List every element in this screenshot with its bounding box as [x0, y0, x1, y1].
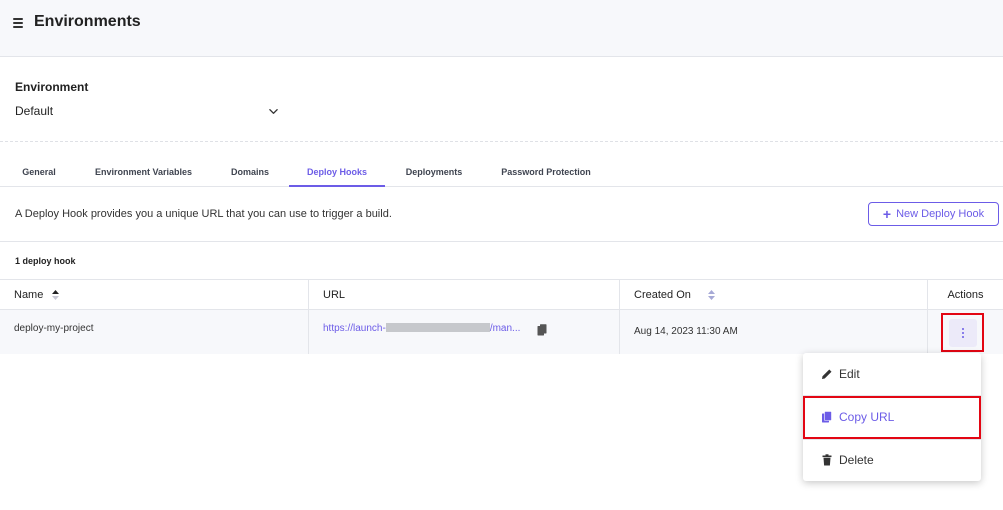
tab-general[interactable]: General — [15, 163, 63, 187]
tab-bar: General Environment Variables Domains De… — [0, 163, 1003, 187]
copy-icon[interactable] — [537, 324, 547, 336]
column-header-created-on[interactable]: Created On — [620, 280, 928, 310]
menu-item-copy-url-label: Copy URL — [839, 410, 895, 424]
hook-count: 1 deploy hook — [15, 256, 76, 266]
plus-icon: + — [882, 206, 892, 222]
tab-deployments[interactable]: Deployments — [398, 163, 470, 187]
trash-icon — [822, 454, 832, 466]
column-header-url-label: URL — [323, 289, 346, 301]
table-row: deploy-my-project https://launch- /man...… — [0, 310, 1003, 354]
row-actions-button[interactable] — [948, 318, 977, 347]
tab-password-protection[interactable]: Password Protection — [492, 163, 600, 187]
tab-environment-variables[interactable]: Environment Variables — [86, 163, 201, 187]
sort-ascending-icon[interactable] — [51, 289, 60, 301]
kebab-dot-icon — [961, 327, 964, 330]
pencil-icon — [822, 369, 832, 379]
hamburger-menu-icon[interactable] — [13, 18, 23, 28]
chevron-down-icon — [269, 109, 278, 114]
cell-url: https://launch- /man... — [309, 310, 620, 354]
new-deploy-hook-label: New Deploy Hook — [896, 208, 985, 220]
hook-url-link[interactable]: https://launch- /man... — [323, 322, 521, 334]
copy-icon — [822, 411, 832, 423]
column-header-name[interactable]: Name — [0, 280, 309, 310]
column-header-actions-label: Actions — [947, 289, 984, 301]
deploy-hooks-table: Name URL Created On Actions deploy-my-pr… — [0, 279, 1003, 355]
tab-domains[interactable]: Domains — [222, 163, 278, 187]
deploy-hook-description: A Deploy Hook provides you a unique URL … — [15, 208, 392, 220]
section-divider — [0, 141, 1003, 142]
menu-item-delete-label: Delete — [839, 453, 874, 467]
actions-menu: Edit Copy URL Delete — [803, 353, 981, 481]
hook-url-suffix: /man... — [489, 323, 521, 334]
menu-item-copy-url[interactable]: Copy URL — [803, 396, 981, 438]
menu-item-edit[interactable]: Edit — [803, 353, 981, 395]
top-bar: Environments — [0, 0, 1003, 57]
column-header-actions: Actions — [928, 280, 1003, 310]
cell-name: deploy-my-project — [0, 310, 309, 354]
table-header: Name URL Created On Actions — [0, 279, 1003, 310]
menu-item-edit-label: Edit — [839, 367, 860, 381]
column-header-url: URL — [309, 280, 620, 310]
kebab-dot-icon — [961, 331, 964, 334]
sort-icon[interactable] — [707, 289, 716, 301]
hook-name: deploy-my-project — [14, 323, 94, 334]
created-on-value: Aug 14, 2023 11:30 AM — [634, 326, 738, 337]
row-actions-highlight — [941, 313, 984, 352]
kebab-dot-icon — [961, 335, 964, 338]
page-title: Environments — [34, 13, 141, 30]
redacted-segment — [385, 322, 490, 332]
cell-created-on: Aug 14, 2023 11:30 AM — [620, 310, 928, 354]
divider — [0, 241, 1003, 242]
menu-item-delete[interactable]: Delete — [803, 439, 981, 481]
hook-url-prefix: https://launch- — [323, 323, 386, 334]
column-header-created-on-label: Created On — [634, 289, 691, 301]
tab-deploy-hooks[interactable]: Deploy Hooks — [289, 163, 385, 187]
new-deploy-hook-button[interactable]: + New Deploy Hook — [868, 202, 999, 226]
column-header-name-label: Name — [14, 289, 44, 301]
environment-select-value: Default — [15, 104, 54, 118]
environment-label: Environment — [15, 80, 89, 94]
environment-select[interactable]: Default — [15, 101, 280, 123]
